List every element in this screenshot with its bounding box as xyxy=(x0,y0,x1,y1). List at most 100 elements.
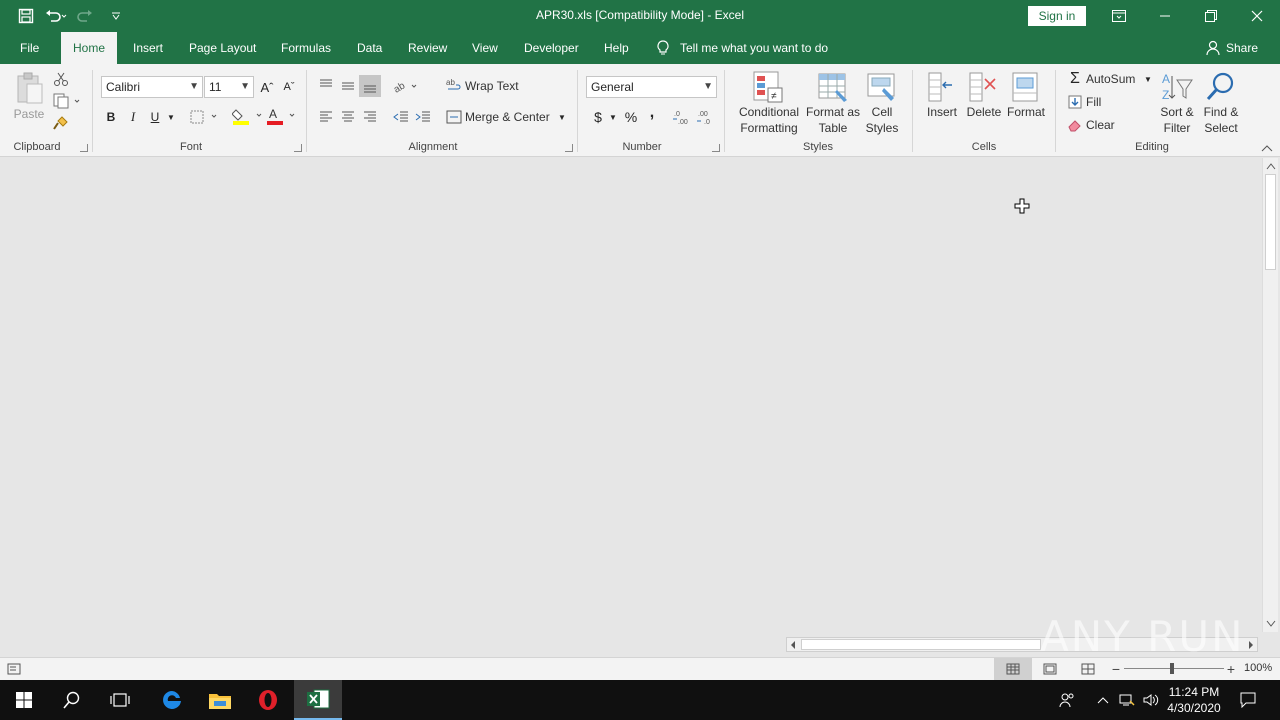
tab-review[interactable]: Review xyxy=(396,32,459,64)
align-center-button[interactable] xyxy=(338,108,358,126)
conditional-label-2: Formatting xyxy=(740,121,798,135)
tab-page-layout[interactable]: Page Layout xyxy=(177,32,268,64)
start-button[interactable] xyxy=(0,680,48,720)
currency-button[interactable]: $ xyxy=(589,108,607,126)
percent-button[interactable]: % xyxy=(622,108,640,126)
autosum-button[interactable]: AutoSum xyxy=(1086,72,1135,86)
zoom-out-button[interactable]: − xyxy=(1110,661,1122,677)
workbook-area[interactable] xyxy=(0,158,1262,634)
tab-view[interactable]: View xyxy=(460,32,510,64)
share-button[interactable]: Share xyxy=(1206,32,1258,64)
fill-color-button[interactable] xyxy=(232,106,262,126)
page-layout-view-button[interactable] xyxy=(1040,661,1060,677)
tell-me-box[interactable]: Tell me what you want to do xyxy=(656,32,828,64)
align-middle-icon xyxy=(342,82,354,90)
find-select-icon-box xyxy=(1204,70,1236,104)
underline-dropdown[interactable]: ▼ xyxy=(165,108,177,126)
conditional-formatting-button[interactable]: Conditional Formatting xyxy=(732,104,806,136)
vertical-scrollbar[interactable] xyxy=(1262,158,1278,632)
tab-home[interactable]: Home xyxy=(61,32,118,65)
autosum-dropdown[interactable]: ▼ xyxy=(1142,72,1154,86)
fill-button[interactable]: Fill xyxy=(1086,95,1101,109)
currency-dropdown[interactable]: ▼ xyxy=(607,110,619,124)
comma-button[interactable]: , xyxy=(645,104,659,122)
number-dialog-launcher[interactable] xyxy=(712,144,720,152)
macro-record-button[interactable] xyxy=(6,661,22,677)
ribbon-display-options-button[interactable] xyxy=(1096,0,1142,32)
opera-taskbar-button[interactable] xyxy=(244,680,292,720)
italic-button[interactable]: I xyxy=(125,108,141,126)
sort-filter-button[interactable]: Sort & Filter xyxy=(1154,104,1200,136)
decrease-font-size-button[interactable]: Aˇ xyxy=(280,78,298,96)
font-size-combo[interactable]: 11 ▼ xyxy=(204,76,254,98)
minimize-button[interactable] xyxy=(1142,0,1188,32)
tab-insert[interactable]: Insert xyxy=(121,32,175,64)
orientation-button[interactable]: ab xyxy=(392,76,422,96)
edge-taskbar-button[interactable] xyxy=(148,680,196,720)
decrease-indent-button[interactable] xyxy=(391,108,411,126)
people-button[interactable] xyxy=(1044,680,1090,720)
sign-in-button[interactable]: Sign in xyxy=(1028,6,1086,26)
normal-view-button[interactable] xyxy=(994,658,1032,680)
borders-button[interactable] xyxy=(190,108,220,126)
zoom-slider-thumb[interactable] xyxy=(1170,663,1174,674)
clipboard-dialog-launcher[interactable] xyxy=(80,144,88,152)
file-explorer-taskbar-button[interactable] xyxy=(196,680,244,720)
task-view-button[interactable] xyxy=(96,680,144,720)
zoom-in-button[interactable]: + xyxy=(1225,661,1237,677)
horizontal-scroll-thumb[interactable] xyxy=(801,639,1041,650)
increase-indent-button[interactable] xyxy=(413,108,433,126)
cell-styles-button[interactable]: Cell Styles xyxy=(860,104,904,136)
macro-icon xyxy=(7,663,21,675)
decrease-decimal-button[interactable]: .00.0 xyxy=(696,108,718,126)
font-name-combo[interactable]: Calibri ▼ xyxy=(101,76,203,98)
network-tray-button[interactable] xyxy=(1116,680,1138,720)
paste-button[interactable] xyxy=(14,70,46,106)
tab-help[interactable]: Help xyxy=(592,32,641,64)
alignment-dialog-launcher[interactable] xyxy=(565,144,573,152)
search-button[interactable] xyxy=(48,680,96,720)
merge-center-button[interactable]: Merge & Center xyxy=(465,110,550,124)
insert-cells-button[interactable]: Insert xyxy=(920,104,964,120)
increase-font-size-button[interactable]: Aˆ xyxy=(258,78,276,96)
underline-button[interactable]: U xyxy=(147,108,163,126)
excel-taskbar-button[interactable] xyxy=(294,680,342,720)
font-color-button[interactable]: A xyxy=(266,106,296,126)
close-button[interactable] xyxy=(1234,0,1280,32)
top-align-button[interactable] xyxy=(316,76,336,96)
page-break-view-button[interactable] xyxy=(1078,661,1098,677)
tab-formulas[interactable]: Formulas xyxy=(269,32,343,64)
tab-data[interactable]: Data xyxy=(345,32,394,64)
zoom-level[interactable]: 100% xyxy=(1244,662,1272,674)
vertical-scroll-thumb[interactable] xyxy=(1265,174,1276,270)
notifications-button[interactable] xyxy=(1230,680,1266,720)
taskbar-clock[interactable]: 11:24 PM 4/30/2020 xyxy=(1166,684,1222,716)
middle-align-button[interactable] xyxy=(338,76,358,96)
clear-button[interactable]: Clear xyxy=(1086,118,1115,132)
tab-file[interactable]: File xyxy=(8,32,51,64)
restore-button[interactable] xyxy=(1188,0,1234,32)
cut-button[interactable] xyxy=(52,70,70,88)
copy-button[interactable] xyxy=(52,92,82,110)
chevron-down-icon: ▼ xyxy=(167,112,175,122)
zoom-slider-track[interactable] xyxy=(1124,668,1224,669)
format-cells-button[interactable]: Format xyxy=(1004,104,1048,120)
bottom-align-button[interactable] xyxy=(359,75,381,97)
increase-decimal-button[interactable]: .0.00 xyxy=(672,108,694,126)
volume-tray-button[interactable] xyxy=(1140,680,1162,720)
align-right-button[interactable] xyxy=(360,108,380,126)
delete-cells-button[interactable]: Delete xyxy=(962,104,1006,120)
collapse-ribbon-button[interactable] xyxy=(1261,144,1273,155)
tab-developer[interactable]: Developer xyxy=(512,32,591,64)
find-select-button[interactable]: Find & Select xyxy=(1198,104,1244,136)
merge-dropdown[interactable]: ▼ xyxy=(556,110,568,124)
minus-icon: − xyxy=(1111,661,1121,677)
wrap-text-button[interactable]: Wrap Text xyxy=(465,79,519,93)
tray-overflow-button[interactable] xyxy=(1092,680,1114,720)
bold-button[interactable]: B xyxy=(103,108,119,126)
format-painter-button[interactable] xyxy=(52,114,70,132)
number-format-combo[interactable]: General ▼ xyxy=(586,76,717,98)
format-as-table-button[interactable]: Format as Table xyxy=(804,104,862,136)
font-dialog-launcher[interactable] xyxy=(294,144,302,152)
align-left-button[interactable] xyxy=(316,108,336,126)
